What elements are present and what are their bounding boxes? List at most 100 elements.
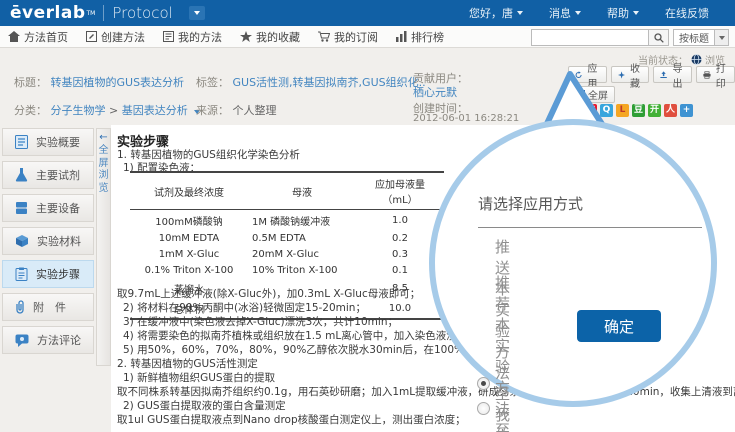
share-renren-icon[interactable]: 人 <box>664 104 677 117</box>
sidebar-item-reagents[interactable]: 主要试剂 <box>2 161 94 189</box>
fullscreen-browse-label: 全屏浏览 <box>98 145 109 195</box>
sidebar-item-label: 主要试剂 <box>36 167 80 183</box>
step-2-1: 1) 新鲜植物组织GUS蛋白的提取 <box>123 370 275 385</box>
tags-links[interactable]: GUS活性测,转基因拟南芥,GUS组织化.. <box>233 76 426 89</box>
search-button[interactable] <box>649 29 669 46</box>
product-switcher-button[interactable] <box>189 6 205 20</box>
radio-icon[interactable] <box>477 402 490 415</box>
th-stock: 母液 <box>248 172 356 210</box>
step-line: 3) 在缓冲液中(染色液去掉X-Gluc)漂洗3次，共计10min； <box>123 314 398 329</box>
tags-label: 标签： <box>196 76 229 89</box>
nav-my-methods[interactable]: 我的方法 <box>163 29 222 45</box>
bar-chart-icon <box>396 31 407 42</box>
share-facebook-icon[interactable]: f <box>568 104 581 117</box>
contributor-link[interactable]: 栖心元默 <box>413 86 457 99</box>
sidebar-item-label: 附 件 <box>33 299 66 315</box>
share-icons-row: f 微 Q L 豆 开 人 + <box>568 104 693 117</box>
fullscreen-label: 全屏 <box>588 87 608 102</box>
topbar-menu: 您好，唐 消息 帮助 在线反馈 <box>469 5 725 21</box>
sidebar-item-comments[interactable]: 方法评论 <box>2 326 94 354</box>
nav-label: 我的收藏 <box>256 29 300 45</box>
document-icon <box>15 135 28 149</box>
search-filter-select[interactable]: 按标题 <box>673 29 729 46</box>
chevron-down-icon <box>575 11 581 15</box>
step-2-2-text: 取1ul GUS蛋白提取液点到Nano drop核酸蛋白测定仪上，测出蛋白浓度； <box>117 412 466 427</box>
section-2-heading: 2. 转基因植物的GUS活性测定 <box>117 356 258 371</box>
dialog-title: 请选择应用方式 <box>478 193 702 228</box>
sidebar-item-label: 实验材料 <box>37 233 81 249</box>
share-douban-icon[interactable]: 豆 <box>632 104 645 117</box>
logo-divider <box>103 5 104 21</box>
favorite-star-icon <box>618 70 625 80</box>
option-recommend-to-lab[interactable]: 推荐本实验方法至我的实验室 <box>477 272 510 432</box>
nav-create-method[interactable]: 创建方法 <box>86 29 145 45</box>
my-methods-icon <box>163 31 174 42</box>
share-kaixin-icon[interactable]: 开 <box>648 104 661 117</box>
sidebar-item-label: 方法评论 <box>37 332 81 348</box>
filter-dropdown-button[interactable] <box>714 30 728 45</box>
printer-icon <box>703 70 711 80</box>
messages-menu[interactable]: 消息 <box>549 5 581 21</box>
category-parent-link[interactable]: 分子生物学 <box>51 104 106 117</box>
source-value: 个人整理 <box>233 104 277 117</box>
share-qq-icon[interactable]: Q <box>600 104 613 117</box>
title-row: 标题： 转基因植物的GUS表达分析 <box>14 74 184 90</box>
help-menu[interactable]: 帮助 <box>607 5 639 21</box>
th-reagent: 试剂及最终浓度 <box>130 172 248 210</box>
protocol-title-link[interactable]: 转基因植物的GUS表达分析 <box>51 76 185 89</box>
sidebar-item-overview[interactable]: 实验概要 <box>2 128 94 156</box>
nav-label: 方法首页 <box>24 29 68 45</box>
category-link[interactable]: 基因表达分析 <box>122 104 188 117</box>
user-menu[interactable]: 您好，唐 <box>469 5 523 21</box>
filter-label: 按标题 <box>674 30 714 45</box>
sidebar-item-steps[interactable]: 实验步骤 <box>2 260 94 288</box>
sidebar-item-label: 实验步骤 <box>36 266 80 282</box>
sidebar-item-equipment[interactable]: 主要设备 <box>2 194 94 222</box>
favorite-button[interactable]: 收藏 <box>611 66 650 83</box>
apply-button[interactable]: 应用 <box>568 66 607 83</box>
comment-icon <box>15 334 29 347</box>
nav-rankings[interactable]: 排行榜 <box>396 29 444 45</box>
created-row: 2012-06-01 16:28:21 <box>413 113 519 124</box>
confirm-button[interactable]: 确定 <box>577 310 661 342</box>
print-button[interactable]: 打印 <box>696 66 735 83</box>
favorite-label: 收藏 <box>628 60 642 90</box>
sidebar-item-label: 主要设备 <box>36 200 80 216</box>
share-taojianghu-icon[interactable]: L <box>616 104 629 117</box>
feedback-link[interactable]: 在线反馈 <box>665 5 709 21</box>
export-button[interactable]: 导出 <box>653 66 692 83</box>
sidebar-item-attachments[interactable]: 附 件 <box>2 293 94 321</box>
fullscreen-icon <box>575 90 585 100</box>
option-label: 推荐本实验方法至我的实验室 <box>495 272 510 432</box>
main-nav: 方法首页 创建方法 我的方法 我的收藏 我的订阅 排行榜 按 <box>0 26 735 48</box>
cart-icon <box>318 31 330 42</box>
table-row: 0.1% Triton X-10010% Triton X-1000.1 <box>130 262 444 278</box>
sidebar-item-materials[interactable]: 实验材料 <box>2 227 94 255</box>
chevron-down-icon <box>194 11 200 15</box>
step-line: 2) 将材料在90%丙酮中(冰浴)轻微固定15-20min； <box>123 300 366 315</box>
action-buttons: 应用 收藏 导出 打印 <box>568 66 735 83</box>
share-weibo-icon[interactable]: 微 <box>584 104 597 117</box>
search-area: 按标题 <box>531 29 729 46</box>
nav-my-subscriptions[interactable]: 我的订阅 <box>318 29 378 45</box>
nav-my-favorites[interactable]: 我的收藏 <box>240 29 300 45</box>
table-row: 10mM EDTA0.5M EDTA0.2 <box>130 230 444 246</box>
search-icon <box>654 33 664 43</box>
sidebar: 实验概要 主要试剂 主要设备 实验材料 实验步骤 附 件 方法评论 <box>2 128 94 359</box>
apply-label: 应用 <box>585 60 599 90</box>
fullscreen-button[interactable]: 全屏 <box>568 86 615 103</box>
source-label: 来源： <box>196 104 229 117</box>
export-label: 导出 <box>670 60 684 90</box>
fullscreen-browse-toggle[interactable]: ← 全屏浏览 <box>96 128 111 366</box>
search-input[interactable] <box>531 29 649 46</box>
nav-label: 排行榜 <box>411 29 444 45</box>
topbar: ēverlab TM Protocol 您好，唐 消息 帮助 在线反馈 <box>0 0 735 26</box>
nav-method-home[interactable]: 方法首页 <box>8 29 68 45</box>
step-line: 5) 用50%，60%，70%，80%，90%乙醇依次脱水30min后，在100… <box>123 342 611 357</box>
tags-row: 标签： GUS活性测,转基因拟南芥,GUS组织化.. <box>196 74 426 90</box>
created-time-value: 2012-06-01 16:28:21 <box>413 113 519 124</box>
logo-area: ēverlab TM Protocol <box>10 3 205 23</box>
equipment-icon <box>15 201 28 215</box>
share-more-icon[interactable]: + <box>680 104 693 117</box>
apply-refresh-icon <box>575 70 582 80</box>
